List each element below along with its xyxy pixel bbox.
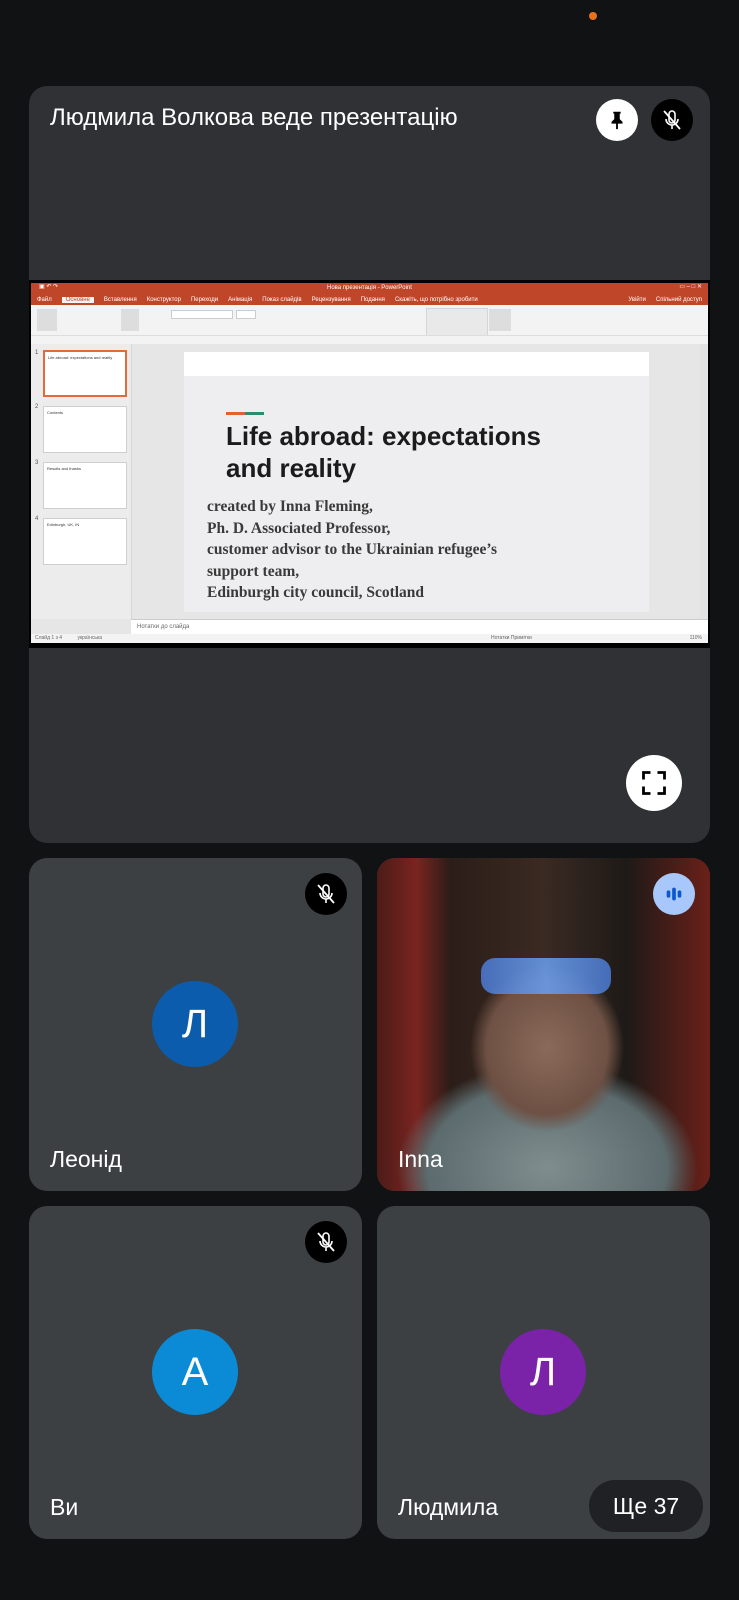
pin-button[interactable] xyxy=(596,99,638,141)
mic-off-icon xyxy=(317,884,335,904)
tab-design[interactable]: Конструктор xyxy=(147,297,181,303)
thumb-text: Contents xyxy=(47,410,64,415)
participant-name: Леонід xyxy=(50,1146,122,1172)
mute-status-button[interactable] xyxy=(651,99,693,141)
tab-slideshow[interactable]: Показ слайдів xyxy=(262,297,301,303)
tab-review[interactable]: Рецензування xyxy=(312,297,351,303)
presentation-tile[interactable]: Людмила Волкова веде презентацію Нова пр… xyxy=(29,86,710,843)
slide-body-line: Edinburgh city council, Scotland xyxy=(207,584,425,601)
ribbon-tabs: Файл Основне Вставлення Конструктор Пере… xyxy=(31,294,708,305)
participant-name: Людмила xyxy=(398,1494,499,1520)
tab-file[interactable]: Файл xyxy=(37,297,52,303)
mic-off-icon xyxy=(663,110,681,130)
thumb-text: Life abroad: expectations and reality xyxy=(48,355,113,360)
app-titlebar: Нова презентація - PowerPoint ▣ ↶ ↷ ▭ – … xyxy=(31,283,708,294)
slide-heading-line: Life abroad: expectations xyxy=(226,421,541,451)
participant-tile[interactable]: Inna xyxy=(377,858,710,1191)
fullscreen-button[interactable] xyxy=(626,755,682,811)
tab-insert[interactable]: Вставлення xyxy=(104,297,137,303)
arrange-icon xyxy=(489,309,511,331)
new-slide-icon xyxy=(121,309,139,331)
shapes-gallery xyxy=(426,308,488,336)
mic-off-icon xyxy=(317,1232,335,1252)
slide-thumbnail[interactable]: Edinburgh, UK, IN xyxy=(43,518,127,565)
pin-icon xyxy=(611,111,623,130)
slide-canvas[interactable]: Life abroad: expectations and reality cr… xyxy=(184,352,649,612)
screen-share: Нова презентація - PowerPoint ▣ ↶ ↷ ▭ – … xyxy=(29,280,710,648)
avatar: А xyxy=(152,1329,238,1415)
ribbon-toolbar xyxy=(31,305,708,345)
avatar: Л xyxy=(500,1329,586,1415)
slide-thumbnails: 1 Life abroad: expectations and reality … xyxy=(31,344,132,619)
slide-accent-line xyxy=(226,412,264,415)
language-indicator: українська xyxy=(77,635,103,641)
presenter-title: Людмила Волкова веде презентацію xyxy=(50,104,458,131)
slide-body: created by Inna Fleming, Ph. D. Associat… xyxy=(207,496,637,604)
thumb-number: 1 xyxy=(35,350,39,356)
save-icon: ▣ ↶ ↷ xyxy=(39,284,59,290)
thumb-number: 4 xyxy=(35,516,39,522)
audio-level-icon xyxy=(666,887,682,901)
participant-tile[interactable]: А Ви xyxy=(29,1206,362,1539)
participant-name: Inna xyxy=(398,1146,443,1172)
thumb-number: 3 xyxy=(35,460,39,466)
slide-heading: Life abroad: expectations and reality xyxy=(226,420,626,484)
slide-body-line: support team, xyxy=(207,562,300,580)
status-dot xyxy=(589,12,597,20)
more-participants-button[interactable]: Ще 37 xyxy=(589,1480,703,1532)
font-size-field xyxy=(236,310,256,319)
paste-icon xyxy=(37,309,57,331)
sign-in-link[interactable]: Увійти xyxy=(628,297,645,303)
status-bar: Слайд 1 з 4 українська Нотатки Примітки … xyxy=(31,634,708,643)
window-controls: ▭ – □ ✕ xyxy=(679,284,702,290)
tab-animation[interactable]: Анімація xyxy=(228,297,252,303)
notes-pane: Нотатки до слайда xyxy=(131,619,708,634)
notes-comments: Нотатки Примітки xyxy=(491,635,532,641)
zoom-level: 110% xyxy=(689,635,702,641)
participant-name: Ви xyxy=(50,1494,79,1520)
avatar: Л xyxy=(152,981,238,1067)
tab-transitions[interactable]: Переходи xyxy=(191,297,218,303)
share-link[interactable]: Спільний доступ xyxy=(656,297,708,303)
window-title: Нова презентація - PowerPoint xyxy=(327,285,412,291)
video-glasses xyxy=(481,958,611,994)
mute-status-button xyxy=(305,1221,347,1263)
slide-body-line: Ph. D. Associated Professor, xyxy=(207,519,391,537)
font-name-field xyxy=(171,310,233,319)
slide-thumbnail[interactable]: Contents xyxy=(43,406,127,453)
slide-body-line: customer advisor to the Ukrainian refuge… xyxy=(207,541,498,558)
slide-thumbnail[interactable]: Results and thanks xyxy=(43,462,127,509)
tab-view[interactable]: Подання xyxy=(361,297,385,303)
editor-area: 1 Life abroad: expectations and reality … xyxy=(31,344,708,634)
slide-heading-line: and reality xyxy=(226,453,357,483)
tab-home[interactable]: Основне xyxy=(61,296,94,303)
slide-counter: Слайд 1 з 4 xyxy=(35,635,63,641)
thumb-number: 2 xyxy=(35,404,39,410)
scrollbar xyxy=(700,344,708,619)
slide-body-line: created by Inna Fleming, xyxy=(207,498,373,515)
fullscreen-icon xyxy=(642,771,666,795)
thumb-text: Results and thanks xyxy=(47,466,82,471)
thumb-text: Edinburgh, UK, IN xyxy=(47,522,80,527)
participant-tile[interactable]: Л Людмила Ще 37 xyxy=(377,1206,710,1539)
mute-status-button xyxy=(305,873,347,915)
speaking-indicator xyxy=(653,873,695,915)
tell-me-box[interactable]: Скажіть, що потрібно зробити xyxy=(395,297,478,303)
participant-tile[interactable]: Л Леонід xyxy=(29,858,362,1191)
slide-thumbnail[interactable]: Life abroad: expectations and reality xyxy=(43,350,127,397)
